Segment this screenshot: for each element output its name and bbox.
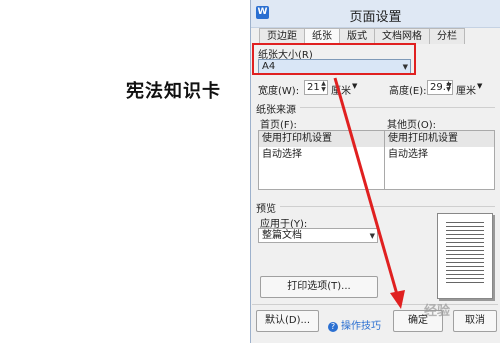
annotation-arrow-head <box>390 290 405 309</box>
annotation-arrow-line <box>333 77 400 299</box>
annotation-arrow <box>333 77 405 309</box>
